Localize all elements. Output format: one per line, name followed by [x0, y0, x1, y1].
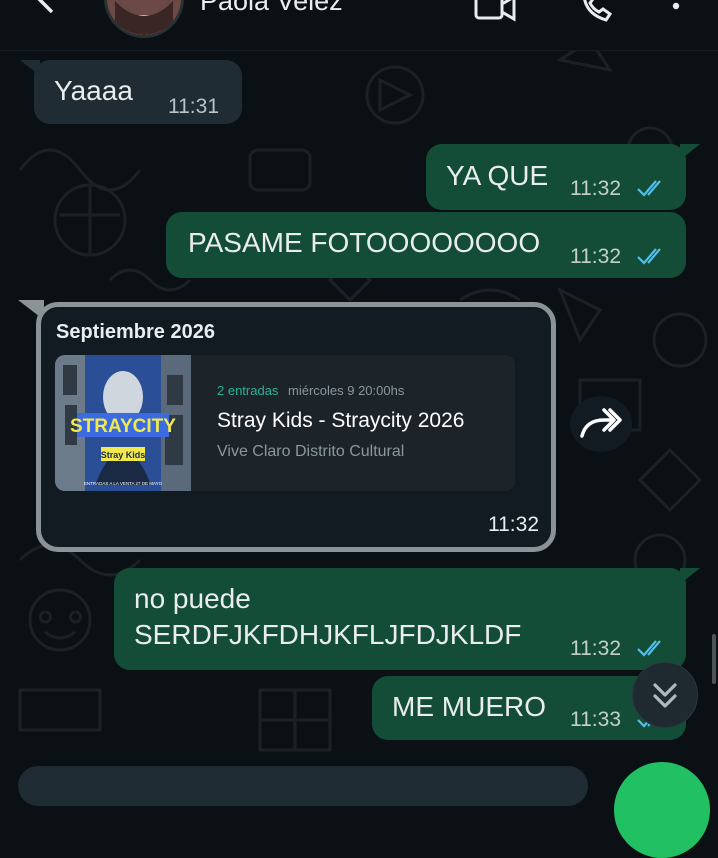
bubble-tail — [20, 60, 40, 76]
ticket-date: miércoles 9 20:00hs — [288, 383, 405, 398]
outgoing-message[interactable]: YA QUE 11:32 — [426, 144, 686, 210]
forward-icon — [580, 408, 622, 438]
ticket-title: Stray Kids - Straycity 2026 — [217, 409, 465, 432]
double-chevron-down-icon — [653, 683, 677, 708]
ticket-card[interactable]: STRAYCITY Stray Kids ENTRADAS A LA VENTA… — [55, 355, 515, 491]
back-arrow-icon[interactable] — [30, 0, 60, 16]
message-text: Yaaaa — [54, 75, 133, 106]
ticket-message[interactable]: Septiembre 2026 STRAYCITY Stray Kids ENT… — [36, 302, 556, 552]
ticket-venue: Vive Claro Distrito Cultural — [217, 443, 405, 460]
send-button[interactable] — [614, 762, 710, 858]
message-time: 11:32 — [570, 245, 621, 268]
message-input[interactable] — [18, 766, 588, 806]
message-text: PASAME FOTOOOOOOOO — [188, 227, 541, 258]
message-time: 11:33 — [570, 708, 621, 731]
poster-title: STRAYCITY — [70, 416, 176, 437]
message-text-line-2: SERDFJKFDHJKFLJFDJKLDF — [134, 619, 522, 650]
ticket-header: Septiembre 2026 — [56, 321, 215, 343]
ticket-count: 2 entradas — [217, 383, 279, 398]
read-receipt-icon — [637, 248, 661, 265]
bubble-tail — [680, 568, 700, 584]
bubble-tail — [680, 144, 700, 160]
message-text: YA QUE — [446, 160, 549, 191]
voice-call-icon[interactable] — [578, 0, 614, 28]
read-receipt-icon — [637, 640, 661, 657]
event-poster-image: STRAYCITY Stray Kids ENTRADAS A LA VENTA… — [55, 355, 191, 491]
contact-name[interactable]: Paola Velez — [200, 0, 343, 17]
message-time: 11:31 — [168, 95, 219, 118]
read-receipt-icon — [637, 180, 661, 197]
video-call-icon[interactable] — [472, 0, 518, 30]
message-text-line-1: no puede — [134, 583, 251, 614]
message-text: ME MUERO — [392, 691, 546, 722]
outgoing-message[interactable]: no puede SERDFJKFDHJKFLJFDJKLDF 11:32 — [114, 568, 686, 670]
scrollbar[interactable] — [712, 634, 716, 684]
chat-header: Paola Velez — [0, 0, 718, 51]
message-time: 11:32 — [488, 513, 539, 536]
message-time: 11:32 — [570, 177, 621, 200]
incoming-message[interactable]: Yaaaa 11:31 — [34, 60, 242, 124]
scroll-to-bottom-button[interactable] — [632, 662, 698, 728]
poster-fine-print: ENTRADAS A LA VENTA 27 DE MAYO — [84, 481, 163, 486]
contact-avatar[interactable] — [104, 0, 184, 38]
outgoing-message[interactable]: PASAME FOTOOOOOOOO 11:32 — [166, 212, 686, 278]
poster-band: Stray Kids — [101, 450, 146, 460]
forward-button[interactable] — [570, 396, 632, 452]
message-time: 11:32 — [570, 637, 621, 660]
more-options-icon[interactable] — [666, 0, 686, 24]
